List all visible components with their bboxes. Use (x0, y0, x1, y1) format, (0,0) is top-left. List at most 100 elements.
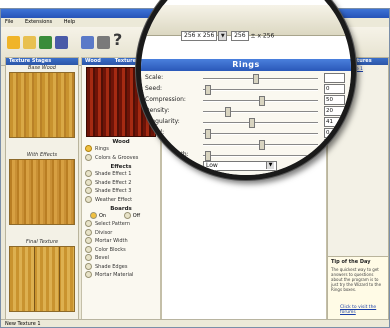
render-icon[interactable] (55, 36, 68, 49)
slider-thumb[interactable] (205, 129, 212, 139)
slider-thumb[interactable] (205, 151, 212, 161)
slider-thumb[interactable] (258, 96, 265, 106)
magnifier-lens: 256 x 256 ▼ 256 ± x 256 Rings Scale: Seed… (136, 0, 356, 180)
boards-on-radio[interactable] (90, 212, 97, 219)
slider-label: Agitate: (145, 140, 169, 147)
slider-track[interactable] (203, 89, 318, 91)
app-window: File Extensions Help ? Texture Stages Ba… (0, 0, 390, 328)
stage-preview-base[interactable] (9, 72, 75, 138)
rings-settings-panel: Scale: Seed: 0 Compression: 50 Density: … (141, 71, 351, 175)
slider-row-compression: Compression: 50 (141, 95, 351, 106)
radio-icon (85, 187, 92, 194)
radio-icon (85, 145, 92, 152)
slider-track[interactable] (203, 122, 318, 124)
slider-row-blend: Blend: 0 (141, 128, 351, 139)
slider-thumb[interactable] (225, 107, 232, 117)
radio-icon (85, 228, 92, 236)
slider-track[interactable] (203, 78, 318, 80)
slider-row-density: Density: 20 (141, 106, 351, 117)
knot-density-row: Knot Density: Low ▼ (141, 161, 351, 171)
save-icon[interactable] (97, 36, 110, 49)
open-folder-icon[interactable] (23, 36, 36, 49)
size-select[interactable]: 256 x 256 (181, 31, 218, 41)
stage-label-effects: With Effects (26, 152, 58, 158)
slider-value[interactable]: 50 (324, 95, 345, 105)
radio-icon (85, 220, 92, 227)
slider-value[interactable]: 0 (324, 128, 345, 138)
option-mortar-width[interactable]: Mortar Width (82, 237, 160, 246)
slider-thumb[interactable] (248, 118, 255, 128)
option-weather-effect[interactable]: Weather Effect (82, 195, 160, 205)
radio-icon (85, 245, 92, 253)
radio-icon (85, 178, 92, 186)
slider-value[interactable]: 50 (324, 139, 345, 149)
stage-label-base: Base Wood (27, 65, 56, 71)
option-label: Colors & Grooves (95, 154, 139, 161)
chevron-down-icon[interactable]: ▼ (266, 162, 274, 169)
option-color-blocks[interactable]: Color Blocks (82, 245, 160, 255)
slider-value[interactable]: 41 (324, 117, 345, 127)
size-separator: ± (250, 32, 256, 40)
brush-icon[interactable] (39, 36, 52, 49)
status-bar: New Texture 1 (1, 319, 389, 327)
slider-label: Irregularity: (145, 118, 180, 125)
wizard-icon[interactable] (81, 36, 94, 49)
slider-value[interactable]: 0 (324, 84, 345, 94)
slider-thumb[interactable] (205, 85, 212, 95)
option-mortar-material[interactable]: Mortar Material (82, 271, 160, 280)
boards-off-radio[interactable] (123, 212, 131, 219)
slider-track[interactable] (203, 133, 318, 135)
option-label: Color Blocks (95, 246, 126, 253)
tip-title: Tip of the Day (331, 259, 371, 265)
slider-label: Density: (145, 107, 170, 114)
texture-stages-panel: Texture Stages Base Wood With Effects Fi… (5, 57, 79, 321)
option-label: Rings (95, 146, 109, 152)
menu-help[interactable]: Help (64, 19, 75, 25)
slider-track[interactable] (203, 155, 318, 157)
forum-link[interactable]: Click to visit the forums (340, 305, 388, 315)
slider-track[interactable] (203, 111, 318, 113)
rings-panel-title: Rings (141, 59, 351, 71)
option-select-pattern[interactable]: Select Pattern (82, 220, 160, 229)
chevron-down-icon[interactable]: ▼ (218, 31, 228, 41)
option-label: Mortar Width (95, 238, 128, 244)
slider-thumb[interactable] (252, 74, 259, 84)
menu-file[interactable]: File (5, 19, 13, 25)
stage-preview-final[interactable] (9, 246, 75, 312)
option-label: Shade Effect 3 (95, 188, 132, 194)
tip-text: The quickest way to get answers to quest… (331, 267, 382, 292)
radio-icon (85, 195, 92, 203)
slider-value[interactable] (324, 150, 345, 160)
help-icon[interactable]: ? (113, 30, 122, 49)
option-label: Shade Effect 1 (95, 171, 132, 177)
option-label: Shade Edges (95, 263, 128, 270)
option-shade-effect-3[interactable]: Shade Effect 3 (82, 187, 160, 196)
knot-density-label: Knot Density: (145, 162, 186, 169)
option-label: Mortar Material (95, 272, 134, 278)
option-label: Bevel (95, 255, 109, 261)
slider-row-irregularity: Irregularity: 41 (141, 117, 351, 128)
option-divisor[interactable]: Divisor (82, 228, 160, 238)
boards-on-label: On (99, 213, 107, 219)
option-bevel[interactable]: Bevel (82, 254, 160, 263)
texture-stages-header: Texture Stages (6, 58, 78, 65)
slider-row-scale: Scale: (141, 73, 351, 84)
radio-icon (85, 271, 92, 278)
new-icon[interactable] (7, 36, 20, 49)
texture-size-control: 256 x 256 ▼ 256 ± x 256 (181, 31, 274, 41)
slider-label: Scale: (145, 74, 164, 81)
option-shade-edges[interactable]: Shade Edges (82, 262, 160, 272)
slider-row-knot-strength: Knot Strength: (141, 150, 351, 161)
radio-icon (85, 237, 92, 244)
menu-extensions[interactable]: Extensions (25, 19, 52, 25)
option-label: Select Pattern (95, 221, 131, 227)
option-label: Weather Effect (95, 196, 133, 203)
option-shade-effect-2[interactable]: Shade Effect 2 (82, 178, 160, 188)
slider-thumb[interactable] (258, 140, 265, 150)
size-width-input[interactable]: 256 (231, 31, 249, 41)
slider-value[interactable]: 20 (324, 106, 345, 116)
boards-off-label: Off (132, 213, 141, 219)
slider-label: Knot Strength: (145, 151, 189, 158)
slider-value[interactable] (324, 73, 345, 83)
stage-preview-effects[interactable] (9, 159, 75, 225)
